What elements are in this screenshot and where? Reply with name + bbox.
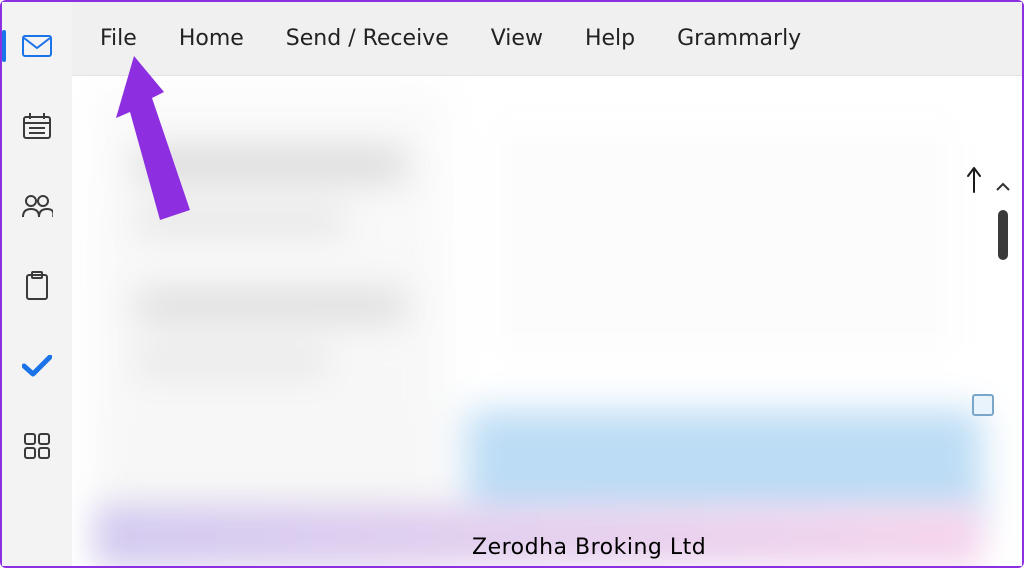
ribbon-tab-grammarly[interactable]: Grammarly	[677, 26, 801, 51]
content-area: Zerodha Broking Ltd	[72, 76, 1022, 566]
message-sender-partial: Zerodha Broking Ltd	[472, 535, 706, 560]
ribbon-tab-view[interactable]: View	[491, 26, 543, 51]
nav-sidebar	[2, 2, 72, 566]
clipboard-icon	[25, 271, 49, 301]
sidebar-item-todo[interactable]	[17, 346, 57, 386]
scrollbar[interactable]	[994, 176, 1012, 546]
sort-arrow-icon[interactable]	[966, 166, 982, 194]
ribbon-tab-sendreceive[interactable]: Send / Receive	[286, 26, 449, 51]
apps-grid-icon	[24, 433, 50, 459]
ribbon-tab-help[interactable]: Help	[585, 26, 635, 51]
sidebar-item-apps[interactable]	[17, 426, 57, 466]
blurred-content	[96, 90, 982, 566]
ribbon-tabs: File Home Send / Receive View Help Gramm…	[72, 2, 1022, 76]
check-icon	[22, 355, 52, 377]
calendar-icon	[23, 113, 51, 139]
sidebar-item-people[interactable]	[17, 186, 57, 226]
scroll-up-button[interactable]	[994, 176, 1012, 198]
sidebar-item-tasks[interactable]	[17, 266, 57, 306]
selection-indicator	[972, 394, 994, 416]
mail-icon	[22, 35, 52, 57]
app-frame: File Home Send / Receive View Help Gramm…	[0, 0, 1024, 568]
ribbon-tab-home[interactable]: Home	[179, 26, 244, 51]
app-root: File Home Send / Receive View Help Gramm…	[2, 2, 1022, 566]
scroll-thumb[interactable]	[998, 210, 1008, 260]
main-area: File Home Send / Receive View Help Gramm…	[72, 2, 1022, 566]
chevron-up-icon	[996, 182, 1010, 192]
people-icon	[21, 193, 53, 219]
sidebar-item-calendar[interactable]	[17, 106, 57, 146]
sidebar-item-mail[interactable]	[17, 26, 57, 66]
ribbon-tab-file[interactable]: File	[100, 26, 137, 51]
